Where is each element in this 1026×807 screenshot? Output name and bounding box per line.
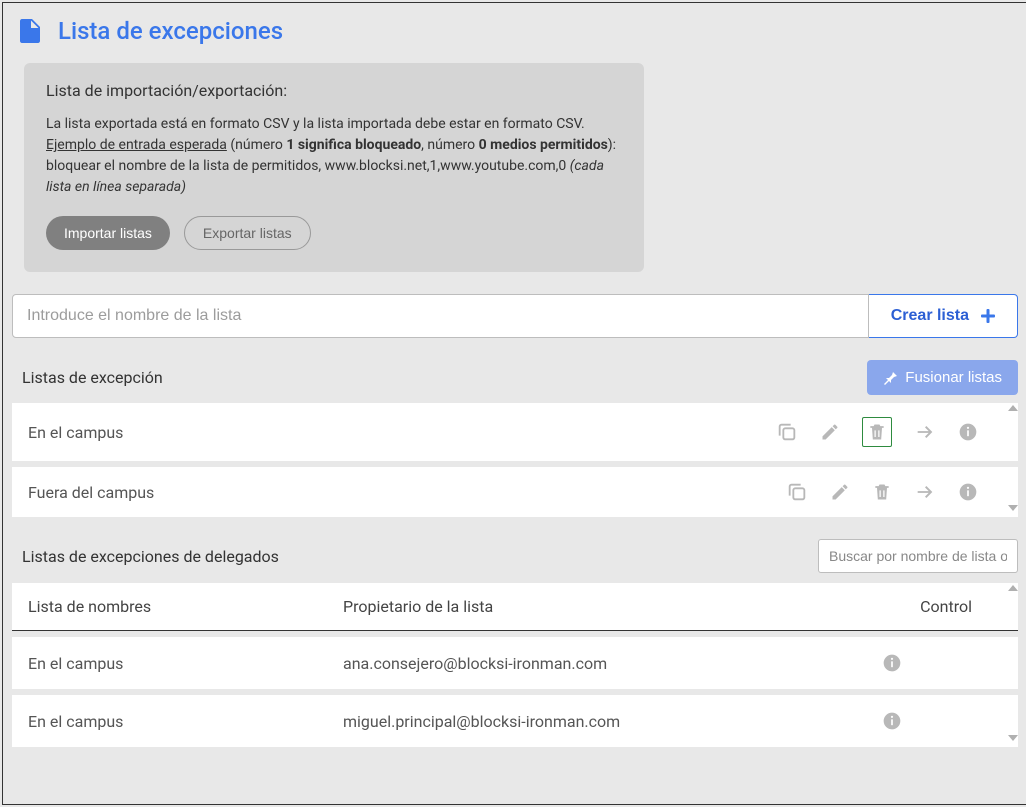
export-button[interactable]: Exportar listas [184,216,311,250]
col-list-name: Lista de nombres [28,597,343,616]
example-link[interactable]: Ejemplo de entrada esperada [46,137,227,153]
cell-owner: miguel.principal@blocksi-ironman.com [343,712,882,731]
scroll-up-icon[interactable] [1008,405,1018,411]
scroll-down-icon[interactable] [1008,735,1018,741]
list-item-name: Fuera del campus [28,483,154,502]
merge-lists-label: Fusionar listas [905,369,1002,386]
scroll-down-icon[interactable] [1008,505,1018,511]
edit-icon[interactable] [830,482,850,502]
col-owner: Propietario de la lista [343,597,882,616]
page-title: Lista de excepciones [58,17,283,45]
table-header: Lista de nombres Propietario de la lista… [12,583,1018,631]
pin-icon [883,371,897,385]
cell-name: En el campus [28,712,343,731]
edit-icon[interactable] [820,422,840,442]
scroll-up-icon[interactable] [1008,585,1018,591]
info-icon[interactable] [882,653,968,673]
create-list-label: Crear lista [891,307,969,325]
col-control: Control [882,597,1002,616]
delegate-lists-heading: Listas de excepciones de delegados [12,541,289,572]
import-export-card: Lista de importación/exportación: La lis… [24,63,644,272]
list-item-name: En el campus [28,423,123,442]
info-icon[interactable] [882,711,968,731]
delete-icon[interactable] [862,417,892,447]
delete-icon[interactable] [872,482,892,502]
list-item: En el campus [12,403,1018,461]
list-name-input[interactable] [12,294,869,338]
table-row: En el campus ana.consejero@blocksi-ironm… [12,637,1018,689]
card-line2: Ejemplo de entrada esperada (número 1 si… [46,135,622,198]
arrow-right-icon[interactable] [914,481,936,503]
cell-name: En el campus [28,654,343,673]
search-input[interactable] [818,539,1018,573]
import-button[interactable]: Importar listas [46,216,170,250]
table-row: En el campus miguel.principal@blocksi-ir… [12,695,1018,747]
document-icon [20,19,40,43]
card-heading: Lista de importación/exportación: [46,81,622,100]
create-list-button[interactable]: Crear lista [869,294,1018,338]
cell-owner: ana.consejero@blocksi-ironman.com [343,654,882,673]
exception-lists-heading: Listas de excepción [12,362,173,393]
merge-lists-button[interactable]: Fusionar listas [867,360,1018,395]
plus-icon [981,309,995,323]
info-icon[interactable] [958,482,978,502]
info-icon[interactable] [958,422,978,442]
copy-icon[interactable] [786,481,808,503]
arrow-right-icon[interactable] [914,421,936,443]
list-item: Fuera del campus [12,467,1018,517]
copy-icon[interactable] [776,421,798,443]
card-line1: La lista exportada está en formato CSV y… [46,114,622,135]
